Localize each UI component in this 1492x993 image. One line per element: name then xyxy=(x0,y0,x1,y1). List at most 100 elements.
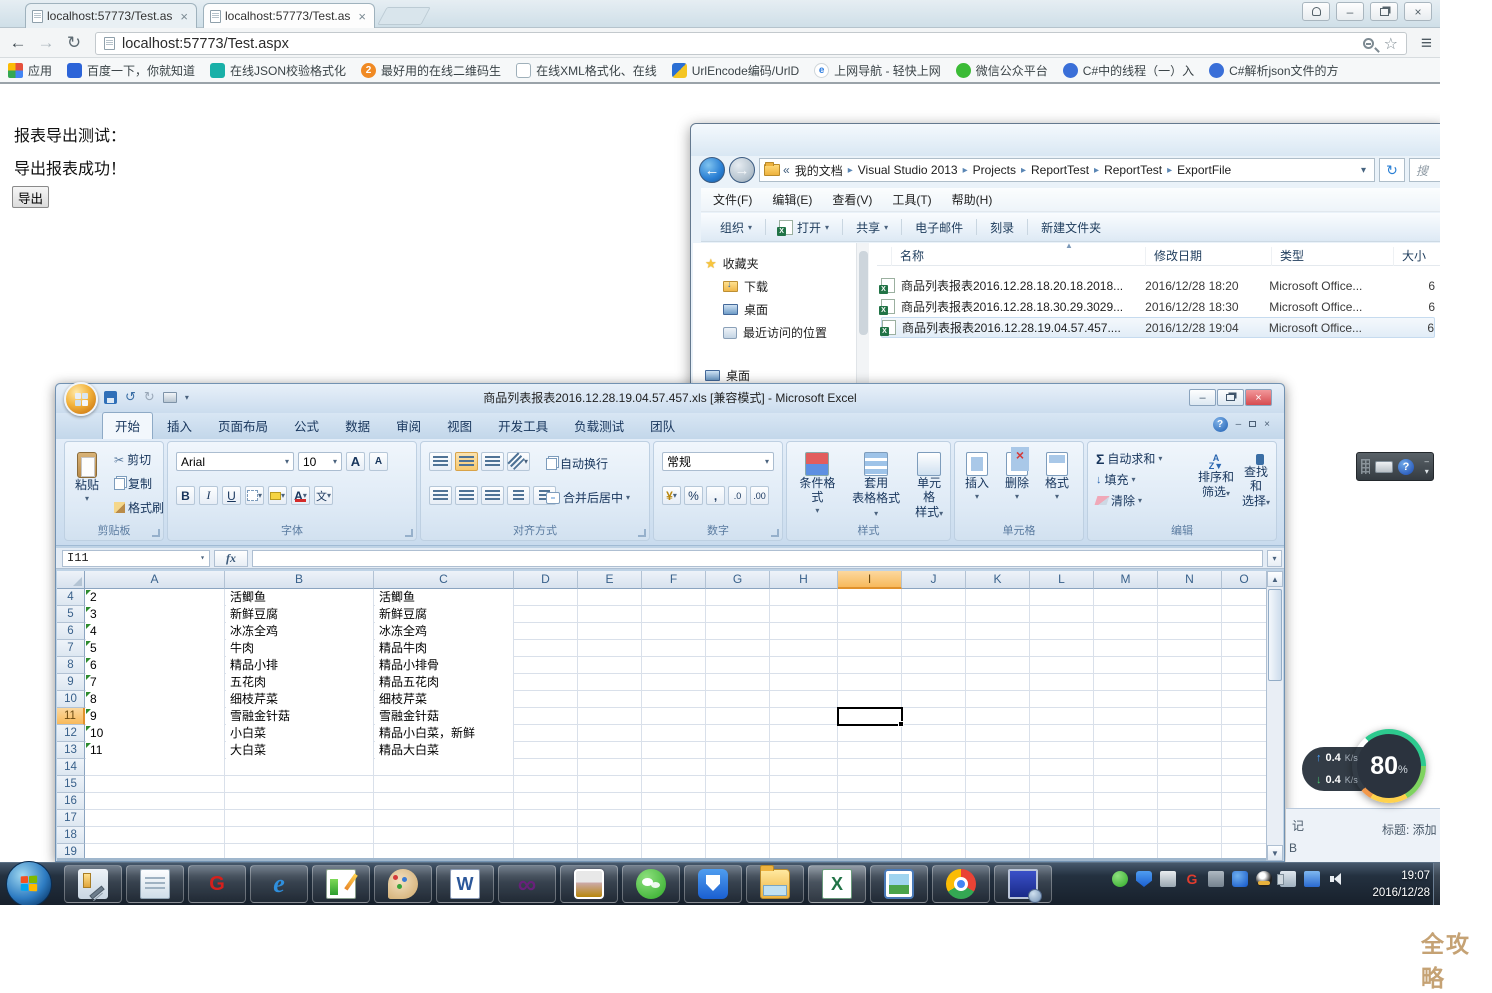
menu-item[interactable]: 文件(F) xyxy=(713,191,752,208)
column-header-C[interactable]: C xyxy=(374,571,514,589)
explorer-back-button[interactable]: ← xyxy=(699,157,725,183)
cut-button[interactable]: ✂剪切 xyxy=(111,450,167,469)
toolbar-button[interactable]: 刻录 xyxy=(983,216,1021,239)
taskbar-button-wechat[interactable] xyxy=(622,865,680,903)
phonetic-button[interactable]: 文▾ xyxy=(314,486,333,505)
taskbar-button-pc-manager[interactable] xyxy=(684,865,742,903)
help-icon[interactable]: ? xyxy=(1213,417,1228,432)
ribbon-tab-开发工具[interactable]: 开发工具 xyxy=(486,413,560,439)
excel-minimize-button[interactable]: – xyxy=(1189,389,1216,406)
restore-button[interactable] xyxy=(1370,2,1398,21)
toolbar-button[interactable]: 共享▾ xyxy=(849,216,895,239)
ribbon-tab-审阅[interactable]: 审阅 xyxy=(384,413,433,439)
row-header-15[interactable]: 15 xyxy=(57,776,85,793)
undo-icon[interactable]: ↺ xyxy=(125,389,136,405)
export-button[interactable]: 导出 xyxy=(12,186,49,208)
excel-restore-button[interactable] xyxy=(1217,389,1244,406)
redo-icon[interactable]: ↻ xyxy=(144,389,155,405)
decrease-decimal-button[interactable]: .00 xyxy=(750,486,769,505)
toolbar-button[interactable]: 电子邮件 xyxy=(908,216,970,239)
file-row[interactable]: 商品列表报表2016.12.28.18.20.18.2018...2016/12… xyxy=(881,275,1435,296)
sidebar-item[interactable]: 桌面 xyxy=(723,301,768,318)
column-header-H[interactable]: H xyxy=(770,571,838,589)
align-bottom-button[interactable] xyxy=(481,452,504,471)
row-header-14[interactable]: 14 xyxy=(57,759,85,776)
select-all-corner[interactable] xyxy=(57,571,85,589)
bookmark-item[interactable]: 在线JSON校验格式化 xyxy=(210,62,346,79)
taskbar-button-measure-tool[interactable] xyxy=(64,865,122,903)
column-header-A[interactable]: A xyxy=(85,571,225,589)
ime-help-icon[interactable]: ? xyxy=(1398,459,1414,475)
row-header-5[interactable]: 5 xyxy=(57,606,85,623)
tray-comm-icon[interactable] xyxy=(1304,871,1320,887)
tray-volume-icon[interactable] xyxy=(1328,871,1344,887)
bookmark-item[interactable]: C#中的线程（一）入 xyxy=(1063,62,1194,79)
border-button[interactable]: ▾ xyxy=(245,486,264,505)
bookmark-item[interactable]: UrlEncode编码/UrlD xyxy=(672,62,799,79)
percent-button[interactable]: % xyxy=(684,486,703,505)
bookmark-item[interactable]: 百度一下，你就知道 xyxy=(67,62,195,79)
bookmark-item[interactable]: 在线XML格式化、在线 xyxy=(516,62,657,79)
row-header-11[interactable]: 11 xyxy=(57,708,85,725)
row-header-18[interactable]: 18 xyxy=(57,827,85,844)
taskbar-button-g-app[interactable]: G xyxy=(188,865,246,903)
breadcrumb-item[interactable]: ExportFile xyxy=(1175,163,1233,177)
dialog-launcher-icon[interactable] xyxy=(405,529,413,537)
sidebar-favorites[interactable]: ★ 收藏夹 xyxy=(705,255,759,272)
langbar-minimize-icon[interactable]: – xyxy=(1425,458,1429,466)
langbar-options-icon[interactable]: ▾ xyxy=(1425,468,1429,476)
tray-shield-icon[interactable] xyxy=(1136,871,1152,887)
keyboard-icon[interactable] xyxy=(1375,461,1393,473)
column-header-G[interactable]: G xyxy=(706,571,770,589)
row-header-8[interactable]: 8 xyxy=(57,657,85,674)
row-header-9[interactable]: 9 xyxy=(57,674,85,691)
row-header-10[interactable]: 10 xyxy=(57,691,85,708)
drag-handle-icon[interactable] xyxy=(1361,459,1370,474)
toolbar-button[interactable]: 组织▾ xyxy=(713,216,759,239)
menu-item[interactable]: 工具(T) xyxy=(892,191,931,208)
insert-cells-button[interactable]: 插入▾ xyxy=(961,450,993,503)
cell-B13[interactable]: 大白菜 xyxy=(226,742,373,759)
print-preview-icon[interactable] xyxy=(163,392,177,403)
memory-usage-ball[interactable]: 80% xyxy=(1352,729,1426,803)
underline-button[interactable]: U xyxy=(222,486,241,505)
row-header-17[interactable]: 17 xyxy=(57,810,85,827)
toolbar-button[interactable]: 新建文件夹 xyxy=(1034,216,1108,239)
italic-button[interactable]: I xyxy=(199,486,218,505)
taskbar-button-chrome[interactable] xyxy=(932,865,990,903)
cell-C5[interactable]: 新鲜豆腐 xyxy=(375,606,513,623)
taskbar-clock[interactable]: 19:07 2016/12/28 xyxy=(1372,868,1430,901)
formula-input[interactable] xyxy=(252,550,1263,567)
breadcrumb-item[interactable]: Projects xyxy=(971,163,1018,177)
comma-button[interactable]: , xyxy=(706,486,725,505)
scrollbar-thumb[interactable] xyxy=(859,251,868,335)
cell-A12[interactable]: 10 xyxy=(86,725,224,742)
ribbon-tab-数据[interactable]: 数据 xyxy=(333,413,382,439)
cell-A5[interactable]: 3 xyxy=(86,606,224,623)
apps-shortcut[interactable]: 应用 xyxy=(8,62,52,79)
formula-bar-expand-icon[interactable]: ▾ xyxy=(1267,550,1282,567)
taskbar-button-ie[interactable]: e xyxy=(250,865,308,903)
row-header-16[interactable]: 16 xyxy=(57,793,85,810)
tray-wechat-icon[interactable] xyxy=(1112,871,1128,887)
taskbar-button-remote-desktop[interactable] xyxy=(994,865,1052,903)
increase-decimal-button[interactable]: .0 xyxy=(728,486,747,505)
orientation-button[interactable]: ▾ xyxy=(507,452,530,471)
cell-C12[interactable]: 精品小白菜，新鲜 xyxy=(375,725,513,742)
find-select-button[interactable]: 查找和选择▾ xyxy=(1236,452,1276,510)
sort-filter-button[interactable]: AZ▼排序和筛选▾ xyxy=(1194,452,1238,502)
cell-B10[interactable]: 细枝芹菜 xyxy=(226,691,373,708)
row-header-4[interactable]: 4 xyxy=(57,589,85,606)
tray-qq-icon[interactable] xyxy=(1256,871,1272,887)
ribbon-tab-页面布局[interactable]: 页面布局 xyxy=(206,413,280,439)
worksheet[interactable]: ABCDEFGHIJKLMNO42活鲫鱼活鲫鱼53新鲜豆腐新鲜豆腐64冰冻全鸡冰… xyxy=(57,571,1268,861)
browser-tab-2[interactable]: localhost:57773/Test.as × xyxy=(203,3,375,28)
horizontal-scrollbar[interactable] xyxy=(57,858,1266,861)
font-family-select[interactable]: Arial▾ xyxy=(176,452,294,471)
explorer-titlebar[interactable] xyxy=(691,124,1440,156)
taskbar-button-folder[interactable] xyxy=(746,865,804,903)
minimize-button[interactable]: – xyxy=(1336,2,1364,21)
bookmark-star-icon[interactable]: ☆ xyxy=(1384,34,1398,54)
breadcrumb-item[interactable]: 我的文档 xyxy=(793,162,845,179)
align-middle-button[interactable] xyxy=(455,452,478,471)
